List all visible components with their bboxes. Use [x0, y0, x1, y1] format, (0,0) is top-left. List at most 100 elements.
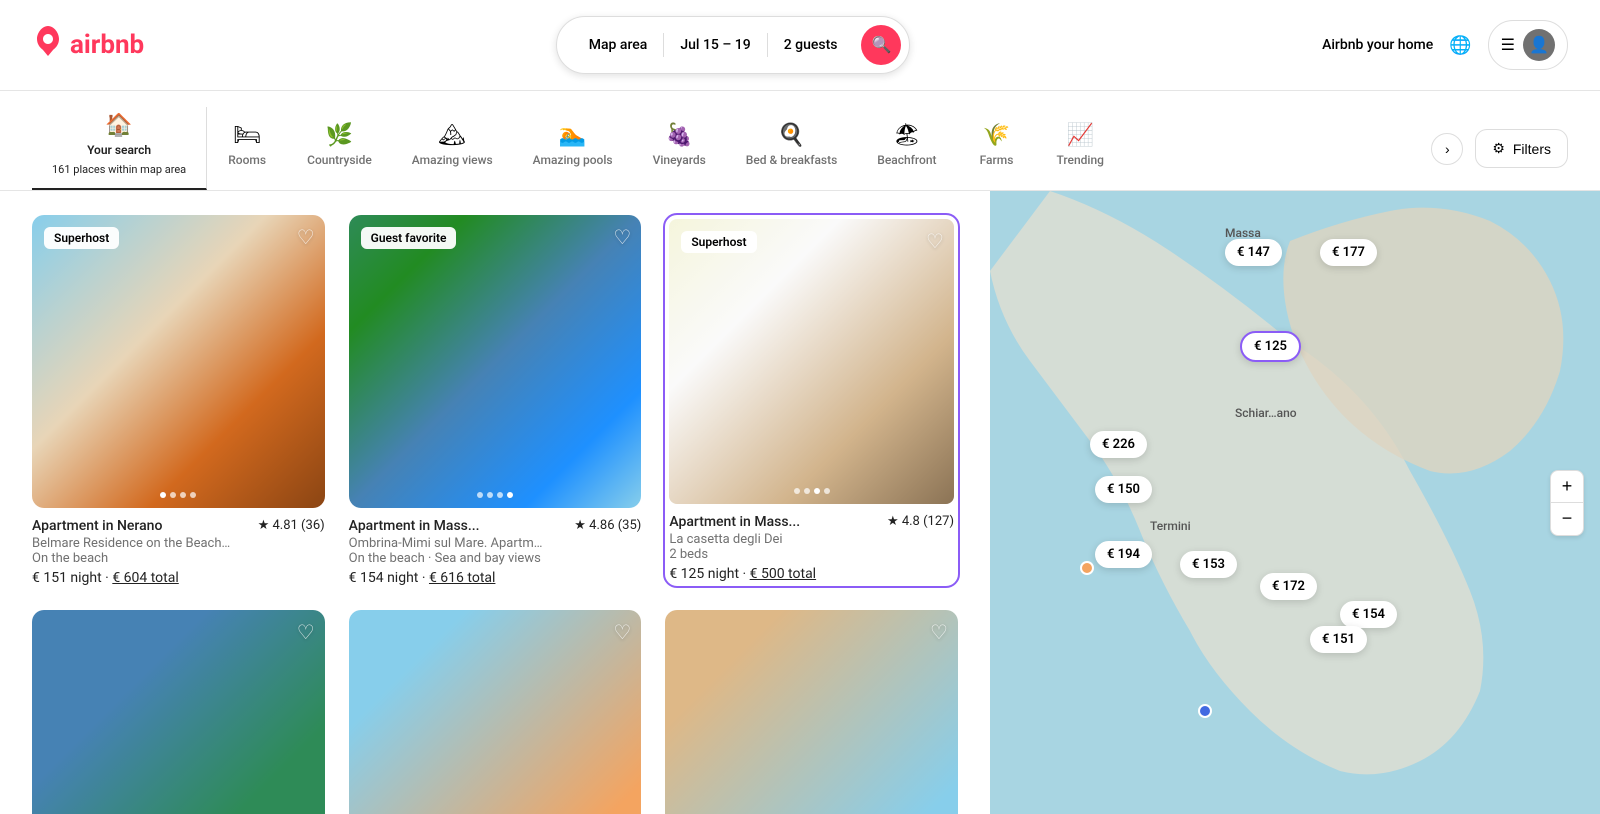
listing-card[interactable]: Superhost♡Apartment in Mass...★ 4.8 (127…: [665, 215, 958, 586]
category-item-amazing-pools[interactable]: 🏊Amazing pools: [513, 117, 633, 181]
listing-price: € 154 night · € 616 total: [349, 570, 642, 586]
map-zoom-controls: + −: [1550, 470, 1584, 536]
favorite-button[interactable]: ♡: [613, 225, 631, 250]
listing-badge: Superhost: [681, 231, 756, 253]
avatar: 👤: [1523, 29, 1555, 61]
language-button[interactable]: 🌐: [1449, 35, 1471, 56]
header-right: Airbnb your home 🌐 ☰ 👤: [1322, 20, 1568, 70]
map-price-marker[interactable]: € 154: [1340, 601, 1397, 628]
map-price-marker[interactable]: € 226: [1090, 431, 1147, 458]
map-price-marker[interactable]: € 150: [1095, 476, 1152, 503]
category-label-farms: Farms: [980, 153, 1014, 167]
category-nav-arrow[interactable]: ›: [1431, 133, 1463, 165]
carousel-dot[interactable]: [814, 488, 820, 494]
map-price-marker[interactable]: € 172: [1260, 573, 1317, 600]
search-dates[interactable]: Jul 15 – 19: [664, 33, 767, 57]
map-location-dot: [1080, 561, 1094, 575]
amazing-pools-icon: 🏊: [559, 125, 586, 147]
map-price-marker[interactable]: € 147: [1225, 239, 1282, 266]
listing-price-total: € 604 total: [112, 570, 178, 586]
category-label-amazing-views: Amazing views: [412, 153, 493, 167]
user-menu-button[interactable]: ☰ 👤: [1488, 20, 1568, 70]
map-price-marker[interactable]: € 151: [1310, 626, 1367, 653]
category-item-beachfront[interactable]: 🏖Beachfront: [857, 117, 956, 181]
listing-image: ♡: [32, 610, 325, 814]
category-item-farms[interactable]: 🌾Farms: [957, 117, 1037, 181]
listing-detail: 2 beds: [669, 547, 954, 562]
carousel-dot[interactable]: [190, 492, 196, 498]
category-item-amazing-views[interactable]: 🏔 Amazing views: [392, 117, 513, 181]
listing-subtitle: Belmare Residence on the Beach…: [32, 536, 325, 551]
listings-grid: Superhost♡Apartment in Nerano★ 4.81 (36)…: [32, 215, 958, 814]
beachfront-icon: 🏖: [893, 125, 921, 147]
search-button[interactable]: 🔍: [861, 25, 901, 65]
rooms-icon: 🛏: [233, 125, 261, 147]
listing-card[interactable]: Superhost♡Apartment in Nerano★ 4.81 (36)…: [32, 215, 325, 586]
carousel-dot[interactable]: [477, 492, 483, 498]
category-label-countryside: Countryside: [307, 153, 372, 167]
listing-card[interactable]: ♡Apartment: [32, 610, 325, 814]
category-item-bed-breakfasts[interactable]: 🍳Bed & breakfasts: [726, 117, 858, 181]
map-price-marker[interactable]: € 153: [1180, 551, 1237, 578]
favorite-button[interactable]: ♡: [297, 620, 315, 645]
listing-badge: Superhost: [44, 227, 119, 249]
listing-subtitle: Ombrina-Mimi sul Mare. Apartm…: [349, 536, 642, 551]
search-bar: Map area Jul 15 – 19 2 guests 🔍: [556, 16, 911, 74]
listing-card[interactable]: ♡: [349, 610, 642, 814]
listing-card[interactable]: Guest favorite ♡ Apartment in Mass... ★ 4.8…: [349, 215, 642, 586]
zoom-out-button[interactable]: −: [1551, 503, 1583, 535]
logo-text: airbnb: [70, 30, 144, 60]
main-content: Superhost♡Apartment in Nerano★ 4.81 (36)…: [0, 191, 1600, 814]
filters-button[interactable]: ⚙ Filters: [1475, 129, 1568, 168]
category-item-countryside[interactable]: 🌿 Countryside: [287, 117, 392, 181]
search-guests[interactable]: 2 guests: [768, 33, 854, 57]
zoom-in-button[interactable]: +: [1551, 471, 1583, 503]
search-location[interactable]: Map area: [573, 33, 665, 57]
category-item-vineyards[interactable]: 🍇Vineyards: [633, 117, 726, 181]
favorite-button[interactable]: ♡: [297, 225, 315, 250]
bed-breakfasts-icon: 🍳: [778, 125, 805, 147]
your-search-icon: 🏠: [105, 115, 132, 137]
listing-price: € 151 night · € 604 total: [32, 570, 325, 586]
favorite-button[interactable]: ♡: [930, 620, 948, 645]
map-price-marker[interactable]: € 125: [1240, 331, 1301, 362]
carousel-dot[interactable]: [824, 488, 830, 494]
favorite-button[interactable]: ♡: [926, 229, 944, 254]
carousel-dot[interactable]: [794, 488, 800, 494]
category-item-your-search[interactable]: 🏠Your search161 places within map area: [32, 107, 207, 190]
carousel-dot[interactable]: [804, 488, 810, 494]
airbnb-home-link[interactable]: Airbnb your home: [1322, 37, 1433, 53]
map-background[interactable]: € 147 € 177 € 125 € 226 € 150 € 194 € 153 € 172…: [990, 191, 1600, 814]
favorite-button[interactable]: ♡: [613, 620, 631, 645]
category-item-rooms[interactable]: 🛏Rooms: [207, 117, 287, 181]
listing-rating: ★ 4.86 (35): [574, 518, 641, 533]
carousel-dot[interactable]: [487, 492, 493, 498]
hamburger-icon: ☰: [1501, 35, 1515, 55]
listing-card[interactable]: ♡: [665, 610, 958, 814]
carousel-dot[interactable]: [160, 492, 166, 498]
listing-price-total: € 616 total: [429, 570, 495, 586]
listing-image: Superhost ♡: [669, 219, 954, 504]
listing-image: Guest favorite ♡: [349, 215, 642, 508]
airbnb-logo-icon: [32, 25, 64, 65]
category-item-trending[interactable]: 📈Trending: [1037, 117, 1124, 181]
logo[interactable]: airbnb: [32, 25, 144, 65]
carousel-dot[interactable]: [180, 492, 186, 498]
listing-badge: Guest favorite: [361, 227, 457, 249]
carousel-dot[interactable]: [170, 492, 176, 498]
category-label-vineyards: Vineyards: [653, 153, 706, 167]
map-price-marker[interactable]: € 177: [1320, 239, 1377, 266]
map-location-dot: [1198, 704, 1212, 718]
carousel-dot[interactable]: [497, 492, 503, 498]
amazing-views-icon: 🏔: [438, 125, 466, 147]
carousel-dot[interactable]: [507, 492, 513, 498]
listing-title: Apartment in Mass...: [669, 514, 800, 530]
filters-label: Filters: [1513, 141, 1551, 157]
search-count: 161 places within map area: [52, 163, 186, 176]
listing-title: Apartment in Mass...: [349, 518, 480, 534]
listing-image: ♡: [665, 610, 958, 814]
header: airbnb Map area Jul 15 – 19 2 guests 🔍 A…: [0, 0, 1600, 91]
listing-rating: ★ 4.81 (36): [258, 518, 325, 533]
map-price-marker[interactable]: € 194: [1095, 541, 1152, 568]
countryside-icon: 🌿: [326, 125, 353, 147]
